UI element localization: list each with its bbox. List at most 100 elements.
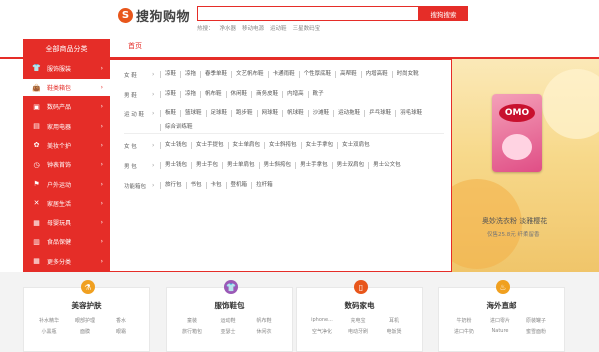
hot-term[interactable]: 运动鞋 — [270, 24, 287, 32]
category-link[interactable]: 运动拖鞋 — [333, 110, 364, 117]
category-link[interactable]: 男士斜挎包 — [258, 162, 296, 169]
category-link[interactable]: 网球鞋 — [256, 110, 283, 117]
category-link[interactable]: 帆球鞋 — [282, 110, 308, 117]
recommend-block[interactable]: ⚗ 美容护肤 补水精华 眼部护理 香水 小黑瓶 面膜 眼霜 — [23, 280, 150, 352]
hot-term[interactable]: 净水器 — [220, 24, 237, 32]
block-link[interactable]: 休闲衣 — [249, 328, 279, 335]
category-link[interactable]: 男士手拿包 — [295, 162, 332, 169]
category-link[interactable]: 板鞋 — [160, 110, 180, 117]
block-link[interactable]: 电动牙刷 — [343, 328, 373, 335]
block-link[interactable]: 面膜 — [70, 328, 100, 335]
recommend-block[interactable]: ▯ 数码家电 iphone... 充电宝 耳机 空气净化 电动牙刷 电饭煲 — [296, 280, 423, 352]
search-button[interactable]: 搜狗搜索 — [419, 6, 468, 21]
group-label[interactable]: 男 包 — [124, 162, 152, 170]
category-link[interactable]: 乒乓球鞋 — [364, 110, 395, 117]
sidebar-item-11[interactable]: ▦ 更多分类 › — [23, 253, 110, 270]
block-link[interactable]: 原装罐子 — [521, 317, 551, 324]
all-categories-tab[interactable]: 全部商品分类 — [23, 39, 110, 59]
sidebar-item-9[interactable]: ▦ 母婴玩具 › — [23, 214, 110, 231]
category-link[interactable]: 书包 — [185, 182, 206, 189]
block-link[interactable]: 补水精华 — [34, 317, 64, 324]
sidebar-item-7[interactable]: ⚑ 户外运动 › — [23, 176, 110, 193]
category-link[interactable]: 卡通雨鞋 — [267, 71, 299, 78]
sidebar-item-2[interactable]: 👜 鞋类箱包 › — [23, 79, 110, 96]
tab-home[interactable]: 首页 — [128, 41, 142, 51]
category-link[interactable]: 靴子 — [307, 91, 328, 98]
hot-term[interactable]: 三星数码宝 — [293, 24, 321, 32]
block-link[interactable]: 小黑瓶 — [34, 328, 64, 335]
block-link[interactable]: iphone... — [307, 317, 337, 324]
category-link[interactable]: 旅行包 — [160, 182, 186, 189]
block-link[interactable]: 眼霜 — [106, 328, 136, 335]
category-link[interactable]: 女士手提包 — [191, 142, 228, 149]
category-link[interactable]: 帆布鞋 — [200, 91, 226, 98]
category-link[interactable]: 男士手包 — [191, 162, 222, 169]
block-title[interactable]: 美容护肤 — [24, 300, 149, 311]
block-title[interactable]: 数码家电 — [297, 300, 422, 311]
sidebar-item-8[interactable]: ✕ 家居生活 › — [23, 195, 110, 212]
block-link[interactable]: 进口零片 — [485, 317, 515, 324]
category-link[interactable]: 沙滩鞋 — [307, 110, 334, 117]
category-link[interactable]: 男士公文包 — [368, 162, 405, 169]
category-link[interactable]: 女士斜挎包 — [264, 142, 301, 149]
block-link[interactable]: Nature — [485, 328, 515, 335]
category-link[interactable]: 女士钱包 — [160, 142, 191, 149]
category-link[interactable]: 男士钱包 — [160, 162, 191, 169]
block-link[interactable]: 充电宝 — [343, 317, 373, 324]
category-link[interactable]: 羽毛球鞋 — [395, 110, 426, 117]
category-link[interactable]: 休闲鞋 — [225, 91, 252, 98]
hot-term[interactable]: 移动电源 — [242, 24, 264, 32]
sidebar-item-3[interactable]: ▣ 数码产品 › — [23, 99, 110, 116]
category-link[interactable]: 凉鞋 — [160, 71, 180, 78]
category-link[interactable]: 拉杆箱 — [251, 182, 277, 189]
category-link[interactable]: 女士双肩包 — [337, 142, 374, 149]
block-link[interactable]: 运动鞋 — [213, 317, 243, 324]
block-title[interactable]: 海外直邮 — [439, 300, 564, 311]
block-link[interactable]: 旅行箱包 — [177, 328, 207, 335]
promo-banner[interactable]: OMO 奥妙洗衣粉 淡雅樱花 仅售25.8元 纤柔留香 — [452, 59, 599, 272]
category-link[interactable]: 个性厚底鞋 — [298, 71, 336, 78]
block-link[interactable]: 电饭煲 — [379, 328, 409, 335]
sidebar-item-5[interactable]: ✿ 美妆个护 › — [23, 137, 110, 154]
block-link[interactable]: 眼部护理 — [70, 317, 100, 324]
block-link[interactable]: 进口牛奶 — [449, 328, 479, 335]
category-link[interactable]: 男士双肩包 — [331, 162, 369, 169]
category-link[interactable]: 女士手拿包 — [300, 142, 338, 149]
category-link[interactable]: 足球鞋 — [205, 110, 232, 117]
category-link[interactable]: 登机箱 — [225, 182, 252, 189]
category-link[interactable]: 时尚女靴 — [391, 71, 423, 78]
block-link[interactable]: 耳机 — [379, 317, 409, 324]
category-link[interactable]: 凉拖 — [180, 71, 200, 78]
block-link[interactable]: 帆布鞋 — [249, 317, 279, 324]
block-link[interactable]: 亚瑟士 — [213, 328, 243, 335]
search-input[interactable] — [197, 6, 419, 21]
recommend-block[interactable]: 👕 服饰鞋包 童装 运动鞋 帆布鞋 旅行箱包 亚瑟士 休闲衣 — [166, 280, 293, 352]
category-link[interactable]: 男士单肩包 — [222, 162, 259, 169]
block-link[interactable]: 蜜雪面粉 — [521, 328, 551, 335]
category-link[interactable]: 跑步鞋 — [231, 110, 257, 117]
group-label[interactable]: 功能箱包 — [124, 182, 152, 190]
category-link[interactable]: 综合训练鞋 — [160, 124, 197, 131]
category-link[interactable]: 凉拖 — [180, 91, 200, 98]
category-link[interactable]: 文艺帆布鞋 — [231, 71, 268, 78]
category-link[interactable]: 商务皮鞋 — [251, 91, 282, 98]
category-link[interactable]: 内增高鞋 — [360, 71, 392, 78]
sidebar-item-1[interactable]: 👕 服饰服装 › — [23, 60, 110, 77]
category-link[interactable]: 凉鞋 — [160, 91, 180, 98]
block-link[interactable]: 空气净化 — [307, 328, 337, 335]
category-link[interactable]: 篮球鞋 — [180, 110, 206, 117]
sidebar-item-4[interactable]: ▤ 家用电器 › — [23, 118, 110, 135]
block-link[interactable]: 牛奶粉 — [449, 317, 479, 324]
group-label[interactable]: 男 鞋 — [124, 91, 152, 99]
group-label[interactable]: 运 动 鞋 — [124, 110, 152, 118]
category-link[interactable]: 高帮鞋 — [335, 71, 361, 78]
block-link[interactable]: 香水 — [106, 317, 136, 324]
block-title[interactable]: 服饰鞋包 — [167, 300, 292, 311]
category-link[interactable]: 卡包 — [205, 182, 226, 189]
sogou-logo[interactable]: S 搜狗购物 — [118, 5, 190, 25]
sidebar-item-6[interactable]: ◷ 钟表首饰 › — [23, 157, 110, 174]
category-link[interactable]: 春季单鞋 — [200, 71, 231, 78]
category-link[interactable]: 女士单肩包 — [227, 142, 265, 149]
sidebar-item-10[interactable]: ▥ 食品保健 › — [23, 234, 110, 251]
recommend-block[interactable]: ♨ 海外直邮 牛奶粉 进口零片 原装罐子 进口牛奶 Nature 蜜雪面粉 — [438, 280, 565, 352]
